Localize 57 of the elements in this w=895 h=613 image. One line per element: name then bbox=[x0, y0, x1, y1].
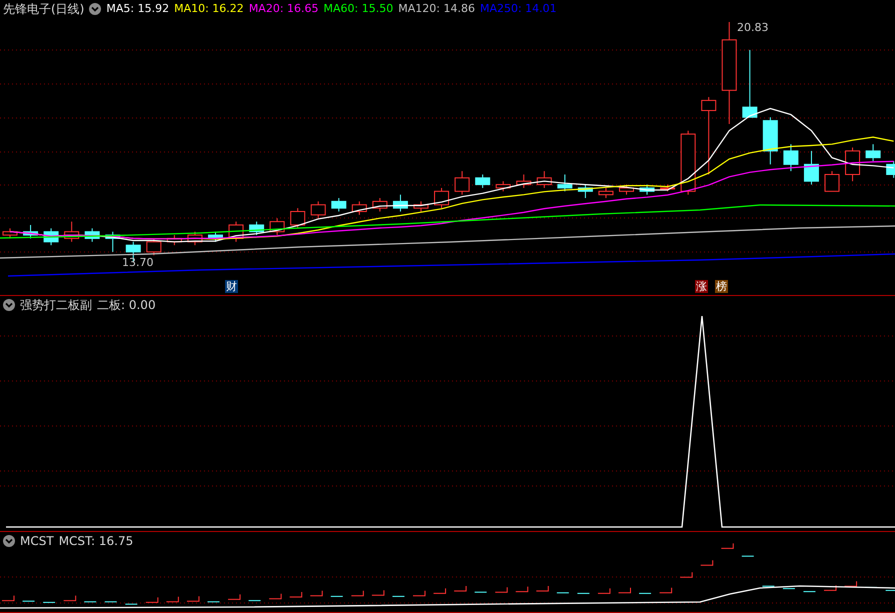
candlestick bbox=[270, 218, 285, 236]
collapse-toggle-icon[interactable] bbox=[3, 535, 15, 547]
candlestick bbox=[249, 221, 264, 236]
indicator-title: 强势打二板副 bbox=[20, 298, 92, 312]
candlestick bbox=[105, 231, 120, 252]
candlestick bbox=[804, 150, 819, 186]
candlestick bbox=[187, 231, 202, 246]
candlestick bbox=[84, 228, 100, 242]
candlestick bbox=[496, 180, 511, 192]
candlestick bbox=[762, 116, 778, 165]
indicator-value: MA120: 14.86 bbox=[398, 2, 475, 16]
indicator-value: MA20: 16.65 bbox=[248, 2, 319, 16]
candlestick bbox=[454, 170, 470, 196]
candlestick bbox=[290, 208, 306, 229]
collapse-toggle-icon[interactable] bbox=[89, 3, 102, 15]
candlestick bbox=[598, 187, 614, 199]
indicator-value: MA10: 16.22 bbox=[174, 2, 244, 16]
candlestick bbox=[640, 184, 655, 196]
candlestick bbox=[352, 200, 367, 216]
low-price-label: 13.70 bbox=[122, 256, 154, 269]
candlestick bbox=[166, 234, 182, 246]
candlestick bbox=[23, 224, 38, 239]
candlestick bbox=[372, 198, 388, 212]
candlestick bbox=[331, 198, 346, 212]
candlestick bbox=[310, 200, 326, 219]
indicator-value: MA60: 15.50 bbox=[324, 2, 394, 16]
indicator-value: MCST: 16.75 bbox=[58, 534, 134, 548]
event-marker[interactable]: 榜 bbox=[715, 280, 728, 293]
candlestick bbox=[2, 228, 18, 239]
indicator-value: 二板: 0.00 bbox=[97, 298, 156, 312]
collapse-toggle-icon[interactable] bbox=[3, 299, 15, 311]
event-marker[interactable]: 财 bbox=[225, 280, 238, 293]
candlestick bbox=[845, 147, 860, 182]
candlestick bbox=[392, 194, 408, 212]
candlestick bbox=[475, 174, 490, 188]
candlestick bbox=[866, 144, 881, 162]
indicator-value: MA250: 14.01 bbox=[480, 2, 557, 16]
high-price-label: 20.83 bbox=[737, 21, 768, 34]
candlestick bbox=[742, 49, 758, 118]
candlestick bbox=[516, 174, 532, 188]
candlestick bbox=[660, 184, 676, 192]
candlestick bbox=[44, 228, 59, 246]
candlestick bbox=[824, 170, 840, 192]
candlestick bbox=[434, 187, 450, 209]
indicator-title: MCST bbox=[20, 534, 54, 548]
candlestick bbox=[783, 144, 798, 172]
candlestick bbox=[536, 170, 552, 188]
chart-title: 先锋电子(日线) bbox=[3, 2, 84, 16]
candlestick bbox=[414, 200, 428, 212]
event-marker[interactable]: 涨 bbox=[695, 280, 708, 293]
candlestick bbox=[228, 221, 244, 242]
candlestick bbox=[557, 174, 572, 192]
candlestick bbox=[64, 221, 80, 242]
candlestick bbox=[578, 184, 593, 199]
candlestick bbox=[680, 130, 696, 196]
candlestick bbox=[886, 160, 895, 178]
indicator-value: MA5: 15.92 bbox=[106, 2, 170, 16]
